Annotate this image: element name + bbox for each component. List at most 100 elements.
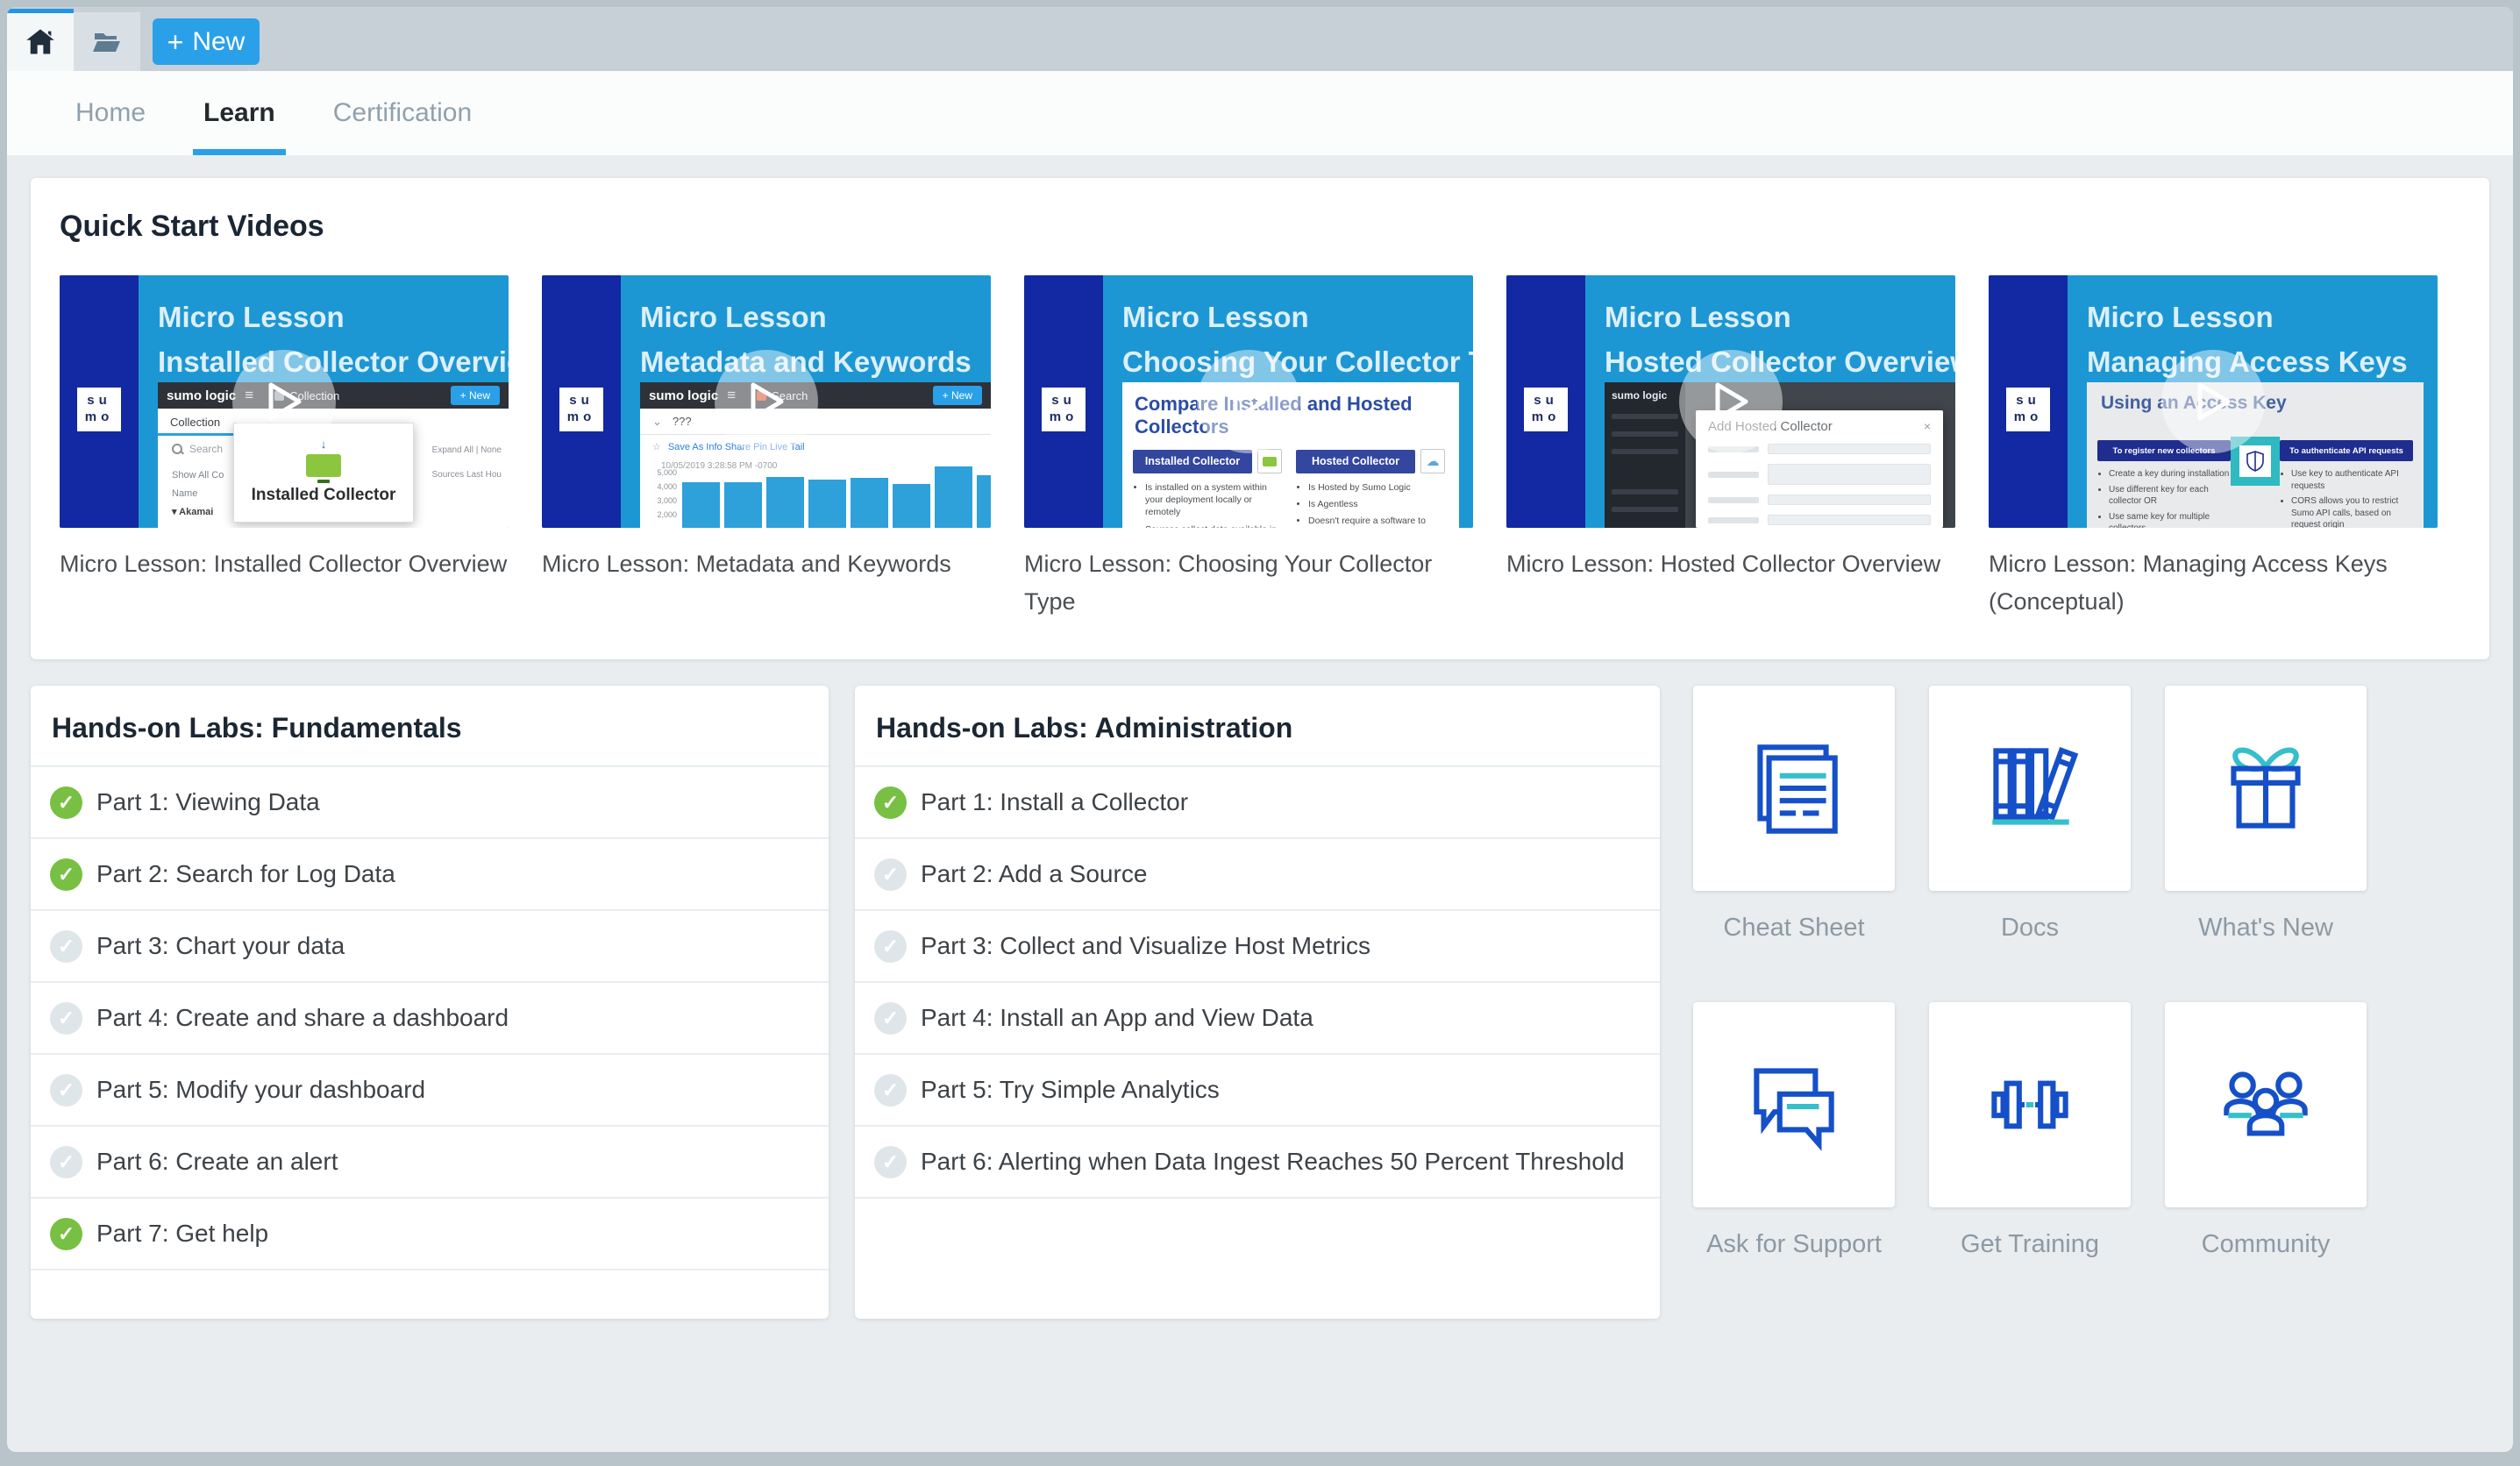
check-icon: ✓	[874, 1146, 907, 1178]
video-thumbnail[interactable]: sumo Micro Lesson Choosing Your Collecto…	[1024, 275, 1473, 528]
lab-item[interactable]: ✓ Part 2: Search for Log Data	[31, 837, 829, 909]
mini-new-chip: + New	[933, 386, 982, 405]
tile-label: What's New	[2198, 914, 2333, 943]
lab-item-label: Part 5: Try Simple Analytics	[921, 1076, 1220, 1104]
community-tile[interactable]	[2165, 1002, 2367, 1207]
sumo-logo: sumo	[1524, 388, 1568, 431]
tab-home[interactable]	[7, 9, 74, 71]
tab-library[interactable]	[74, 12, 140, 71]
resource-tiles: Cheat Sheet	[1693, 686, 2367, 1319]
play-icon	[2193, 380, 2233, 423]
mini-new-chip: + New	[451, 386, 500, 405]
lab-item[interactable]: ✓ Part 1: Install a Collector	[855, 765, 1660, 837]
lab-item[interactable]: ✓ Part 6: Create an alert	[31, 1125, 829, 1197]
video-thumbnail[interactable]: sumo Micro Lesson Metadata and Keywords …	[542, 275, 991, 528]
mini-bar	[766, 477, 804, 528]
collector-monitor-icon	[306, 454, 341, 477]
resource-cheat-sheet: Cheat Sheet	[1693, 686, 1895, 1002]
mini-bar	[977, 475, 991, 528]
gift-icon	[2209, 731, 2323, 845]
thumb-title-line1: Micro Lesson	[2087, 295, 2431, 339]
play-button[interactable]	[1197, 350, 1300, 453]
mini-show-label: Show All Co	[172, 466, 224, 485]
mini-bar	[893, 484, 930, 528]
new-button[interactable]: + New	[153, 18, 260, 65]
lab-item-label: Part 2: Search for Log Data	[96, 860, 395, 888]
tile-label: Docs	[2001, 914, 2059, 943]
video-thumbnail[interactable]: sumo Micro Lesson Hosted Collector Overv…	[1506, 275, 1955, 528]
lab-item[interactable]: ✓ Part 4: Create and share a dashboard	[31, 981, 829, 1053]
chat-bubbles-icon	[1737, 1048, 1851, 1162]
mini-brand: sumo logic	[649, 388, 718, 403]
lab-item[interactable]: ✓ Part 3: Chart your data	[31, 909, 829, 981]
get-training-tile[interactable]	[1929, 1002, 2131, 1207]
secondary-nav: Home Learn Certification	[7, 71, 2513, 155]
lab-item[interactable]: ✓ Part 1: Viewing Data	[31, 765, 829, 837]
installed-collector-bullets: Is installed on a system within your dep…	[1133, 481, 1282, 528]
tab-nav-learn[interactable]: Learn	[181, 71, 298, 155]
authenticate-api-bullets: Use key to authenticate API requests COR…	[2280, 468, 2413, 528]
mini-brand: sumo logic	[167, 388, 236, 403]
mini-expand-label: Expand All | None	[432, 445, 502, 455]
check-icon: ✓	[874, 930, 907, 963]
labs-fundamentals-panel: Hands-on Labs: Fundamentals ✓ Part 1: Vi…	[31, 686, 829, 1319]
quick-start-title: Quick Start Videos	[60, 210, 2460, 244]
play-icon	[1228, 380, 1269, 423]
tile-label: Cheat Sheet	[1723, 914, 1864, 943]
mini-collection-tab: Collection	[158, 409, 233, 436]
labs-administration-panel: Hands-on Labs: Administration ✓ Part 1: …	[855, 686, 1660, 1319]
play-button[interactable]	[1679, 350, 1783, 453]
tile-label: Get Training	[1961, 1230, 2099, 1259]
play-button[interactable]	[2161, 350, 2265, 453]
tab-nav-home[interactable]: Home	[53, 71, 168, 155]
video-caption: Micro Lesson: Metadata and Keywords	[542, 545, 991, 583]
check-icon: ✓	[50, 1002, 82, 1035]
docs-tile[interactable]	[1929, 686, 2131, 891]
mini-search-label: Search	[189, 443, 223, 455]
play-button[interactable]	[232, 350, 336, 453]
new-button-label: New	[192, 27, 245, 57]
lab-item-label: Part 3: Collect and Visualize Host Metri…	[921, 932, 1370, 960]
star-icon: ☆	[652, 442, 661, 452]
lab-item[interactable]: ✓ Part 5: Try Simple Analytics	[855, 1053, 1660, 1125]
folder-icon	[92, 30, 122, 54]
mini-bar	[808, 480, 846, 528]
lab-item[interactable]: ✓ Part 3: Collect and Visualize Host Met…	[855, 909, 1660, 981]
check-icon: ✓	[50, 858, 82, 891]
mini-bar	[935, 466, 972, 528]
sumo-logo: sumo	[1042, 388, 1086, 431]
tab-nav-certification-label: Certification	[333, 98, 472, 128]
video-thumbnail[interactable]: sumo Micro Lesson Installed Collector Ov…	[60, 275, 509, 528]
video-caption: Micro Lesson: Managing Access Keys (Conc…	[1989, 545, 2438, 621]
resource-whats-new: What's New	[2165, 686, 2367, 1002]
tab-nav-certification[interactable]: Certification	[310, 71, 495, 155]
lab-item[interactable]: ✓ Part 5: Modify your dashboard	[31, 1053, 829, 1125]
lab-item-label: Part 6: Alerting when Data Ingest Reache…	[921, 1148, 1625, 1176]
play-button[interactable]	[715, 350, 818, 453]
video-list: sumo Micro Lesson Installed Collector Ov…	[60, 275, 2460, 621]
installed-collector-chip: Installed Collector	[1133, 450, 1252, 473]
tile-label: Ask for Support	[1706, 1230, 1882, 1259]
video-thumbnail[interactable]: sumo Micro Lesson Managing Access Keys U…	[1989, 275, 2438, 528]
lab-item[interactable]: ✓ Part 2: Add a Source	[855, 837, 1660, 909]
installed-collector-icon	[1257, 449, 1282, 473]
cheat-sheet-tile[interactable]	[1693, 686, 1895, 891]
register-collectors-bullets: Create a key during installation Use dif…	[2097, 468, 2231, 528]
check-icon: ✓	[50, 930, 82, 963]
whats-new-tile[interactable]	[2165, 686, 2367, 891]
community-icon	[2209, 1048, 2323, 1162]
ask-for-support-tile[interactable]	[1693, 1002, 1895, 1207]
mini-row-label: ▾ Akamai	[172, 503, 224, 522]
lab-item[interactable]: ✓ Part 6: Alerting when Data Ingest Reac…	[855, 1125, 1660, 1197]
lab-item[interactable]: ✓ Part 4: Install an App and View Data	[855, 981, 1660, 1053]
lab-item[interactable]: ✓ Part 7: Get help	[31, 1197, 829, 1269]
play-icon	[264, 380, 304, 423]
resource-ask-for-support: Ask for Support	[1693, 1002, 1895, 1319]
thumb-title-line1: Micro Lesson	[1122, 295, 1466, 339]
video-card-hosted-collector: sumo Micro Lesson Hosted Collector Overv…	[1506, 275, 1955, 621]
check-icon: ✓	[874, 1074, 907, 1107]
hosted-collector-cloud-icon: ☁	[1420, 449, 1445, 473]
sumo-logo: sumo	[2006, 388, 2050, 431]
sumo-logo: sumo	[77, 388, 121, 431]
thumb-title-line1: Micro Lesson	[640, 295, 984, 339]
